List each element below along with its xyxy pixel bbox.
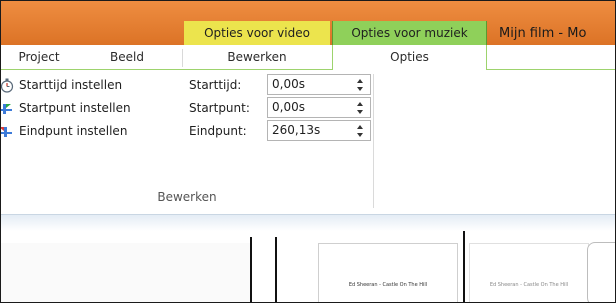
strip-gradient (1, 215, 615, 231)
clip-boundary-left (250, 237, 252, 302)
spin-up-icon[interactable] (354, 99, 366, 108)
end-point-label: Eindpunt: (189, 124, 247, 138)
tab-bewerken[interactable]: Bewerken (183, 45, 331, 69)
tab-project[interactable]: Project (9, 45, 69, 69)
set-end-point-label: Eindpunt instellen (19, 124, 128, 138)
spin-down-icon[interactable] (354, 108, 366, 117)
ribbon-tab-row: Project Beeld Bewerken Opties (1, 45, 615, 71)
video-thumbnail-1[interactable]: Ed Sheeran - Castle On The Hill (318, 243, 458, 302)
start-time-label: Starttijd: (189, 78, 242, 92)
ribbon-panel: Starttijd instellen Starttijd: 0,00s Sta… (1, 70, 615, 214)
timeline-area[interactable] (1, 243, 251, 302)
clip-boundary-mid (463, 231, 465, 302)
set-start-point-label: Startpunt instellen (19, 101, 131, 115)
storyboard-strip: Ed Sheeran - Castle On The Hill Ed Sheer… (1, 214, 615, 302)
tab-opties[interactable]: Opties (332, 45, 487, 71)
start-time-value: 0,00s (272, 77, 305, 91)
tab-beeld[interactable]: Beeld (97, 45, 157, 69)
thumbnail-caption: Ed Sheeran - Castle On The Hill (489, 282, 569, 288)
spin-up-icon[interactable] (354, 76, 366, 85)
set-start-time-label: Starttijd instellen (19, 78, 123, 92)
start-point-spinner[interactable]: 0,00s (267, 97, 371, 118)
start-point-value: 0,00s (272, 100, 305, 114)
start-point-row: Startpunt instellen Startpunt: 0,00s (1, 97, 381, 119)
movie-maker-window: Opties voor video Opties voor muziek Mij… (0, 0, 616, 303)
set-start-time-button[interactable]: Starttijd instellen (1, 74, 181, 96)
set-end-point-button[interactable]: Eindpunt instellen (1, 120, 181, 142)
spin-down-icon[interactable] (354, 131, 366, 140)
group-divider (373, 74, 374, 208)
spin-up-icon[interactable] (354, 122, 366, 131)
title-bar: Opties voor video Opties voor muziek Mij… (1, 1, 615, 45)
end-point-row: Eindpunt instellen Eindpunt: 260,13s (1, 120, 381, 142)
end-point-value: 260,13s (272, 123, 321, 137)
playhead-marker[interactable] (275, 237, 277, 302)
set-start-point-button[interactable]: Startpunt instellen (1, 97, 181, 119)
video-thumbnail-2[interactable]: Ed Sheeran - Castle On The Hill (469, 243, 589, 302)
end-point-icon (1, 127, 12, 137)
start-point-icon (1, 104, 12, 114)
thumbnail-caption: Ed Sheeran - Castle On The Hill (348, 282, 428, 288)
stopwatch-icon (1, 78, 14, 93)
context-tab-music-options[interactable]: Opties voor muziek (332, 21, 487, 45)
context-tab-video-options[interactable]: Opties voor video (184, 21, 330, 45)
group-label-bewerken: Bewerken (157, 190, 217, 204)
start-time-spinner[interactable]: 0,00s (267, 74, 371, 95)
end-point-spinner[interactable]: 260,13s (267, 120, 371, 141)
start-time-row: Starttijd instellen Starttijd: 0,00s (1, 74, 381, 96)
window-title: Mijn film - Mo (499, 26, 587, 41)
start-point-label: Startpunt: (189, 101, 250, 115)
audio-clip-block[interactable] (587, 242, 615, 302)
spin-down-icon[interactable] (354, 85, 366, 94)
